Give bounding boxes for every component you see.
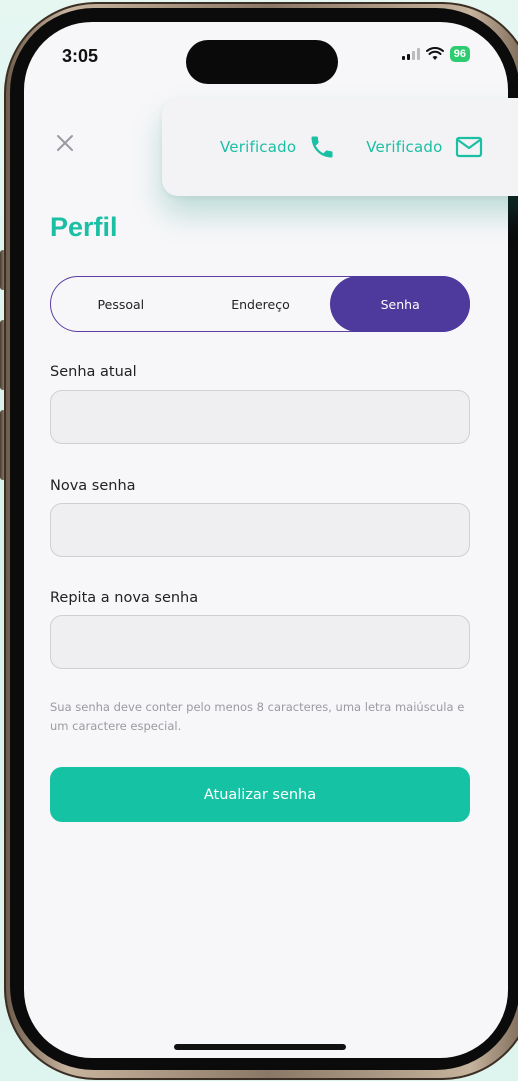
status-time: 3:05	[62, 46, 99, 66]
mail-icon	[455, 136, 482, 158]
home-indicator	[174, 1044, 346, 1050]
update-password-button[interactable]: Atualizar senha	[50, 767, 470, 822]
background: 3:05 96 Verificado Verificado Perfil Pes…	[0, 0, 518, 1081]
close-icon	[57, 135, 73, 151]
verification-banner: Verificado Verificado	[162, 98, 518, 196]
repeat-password-input[interactable]	[50, 615, 470, 669]
status-icons: 96	[401, 46, 470, 62]
tab-senha[interactable]: Senha	[330, 276, 471, 332]
phone-verified: Verificado	[220, 133, 336, 161]
tab-pessoal[interactable]: Pessoal	[51, 277, 191, 331]
dynamic-island	[186, 40, 338, 84]
repeat-password-label: Repita a nova senha	[50, 590, 199, 606]
new-password-input[interactable]	[50, 503, 470, 557]
current-password-input[interactable]	[50, 390, 470, 444]
phone-verified-label: Verificado	[220, 138, 297, 156]
tab-endereco[interactable]: Endereço	[191, 277, 331, 331]
email-verified: Verificado	[366, 135, 482, 159]
current-password-label: Senha atual	[50, 364, 137, 380]
wifi-icon	[425, 47, 444, 60]
phone-icon	[311, 136, 333, 158]
email-verified-label: Verificado	[366, 138, 443, 156]
page-title: Perfil	[50, 212, 118, 242]
password-requirements-text: Sua senha deve conter pelo menos 8 carac…	[50, 700, 465, 733]
battery-icon: 96	[449, 46, 470, 62]
close-button[interactable]	[52, 130, 78, 156]
new-password-label: Nova senha	[50, 478, 136, 494]
signal-icon	[401, 48, 420, 60]
profile-tabs: Pessoal Endereço Senha	[50, 276, 471, 332]
